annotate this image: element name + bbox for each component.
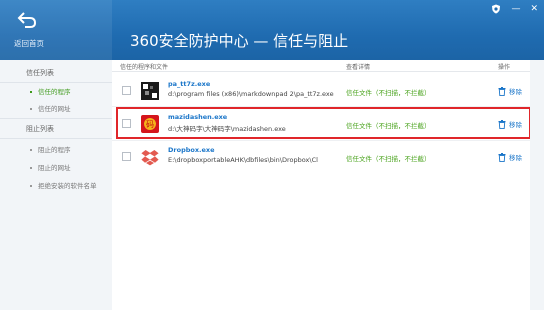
program-name[interactable]: pa_tt7z.exe [168, 80, 210, 88]
program-path: E:\dropboxportableAHK\dbfiles\bin\Dropbo… [168, 156, 318, 164]
close-button[interactable]: ✕ [530, 4, 538, 14]
shield-menu-icon[interactable] [491, 4, 501, 14]
table-row: Dropbox.exe E:\dropboxportableAHK\dbfile… [112, 142, 530, 172]
trusted-programs-panel: 信任的程序和文件 查看详情 操作 pa_tt7z.exe d:\program … [112, 60, 530, 310]
column-header-details: 查看详情 [346, 64, 371, 71]
header-bar: 返回首页 360安全防护中心 — 信任与阻止 — ✕ [0, 0, 544, 60]
column-header-action: 操作 [498, 64, 511, 71]
trust-detail: 信任文件（不扫描，不拦截） [346, 89, 431, 97]
page-title: 360安全防护中心 — 信任与阻止 [130, 32, 349, 50]
minimize-button[interactable]: — [511, 4, 520, 14]
program-path: d:\program files (x86)\markdownpad 2\pa_… [168, 90, 334, 98]
sidebar-item-blocked-urls[interactable]: 阻止的网址 [30, 162, 71, 172]
back-home-button[interactable]: 返回首页 [0, 0, 112, 60]
program-name[interactable]: Dropbox.exe [168, 146, 215, 154]
remove-button[interactable]: 移除 [498, 152, 522, 162]
pa-app-icon [141, 82, 159, 100]
sidebar: 信任列表 信任的程序 信任的网址 阻止列表 阻止的程序 阻止的网址 拒绝安装的软… [0, 60, 112, 310]
row-checkbox[interactable] [122, 152, 131, 161]
sidebar-item-trusted-urls[interactable]: 信任的网址 [30, 103, 71, 113]
column-header-program: 信任的程序和文件 [120, 64, 169, 71]
remove-label: 移除 [509, 154, 522, 162]
trash-icon [498, 152, 506, 162]
trust-list-heading: 信任列表 [26, 69, 54, 77]
block-list-heading: 阻止列表 [26, 125, 54, 133]
remove-button[interactable]: 移除 [498, 86, 522, 96]
trust-detail: 信任文件（不扫描，不拦截） [346, 155, 431, 163]
table-header: 信任的程序和文件 查看详情 操作 [112, 60, 530, 72]
trash-icon [498, 86, 506, 96]
highlight-box [116, 107, 531, 139]
back-arrow-icon [17, 12, 37, 28]
back-home-label: 返回首页 [14, 39, 44, 48]
table-row: pa_tt7z.exe d:\program files (x86)\markd… [112, 76, 530, 106]
row-checkbox[interactable] [122, 86, 131, 95]
sidebar-item-install-blocklist[interactable]: 拒绝安装的软件名单 [30, 180, 97, 190]
sidebar-item-blocked-programs[interactable]: 阻止的程序 [30, 144, 71, 154]
dropbox-app-icon [141, 150, 159, 166]
sidebar-item-trusted-programs[interactable]: 信任的程序 [30, 86, 71, 96]
remove-label: 移除 [509, 88, 522, 96]
right-gutter [530, 60, 544, 310]
